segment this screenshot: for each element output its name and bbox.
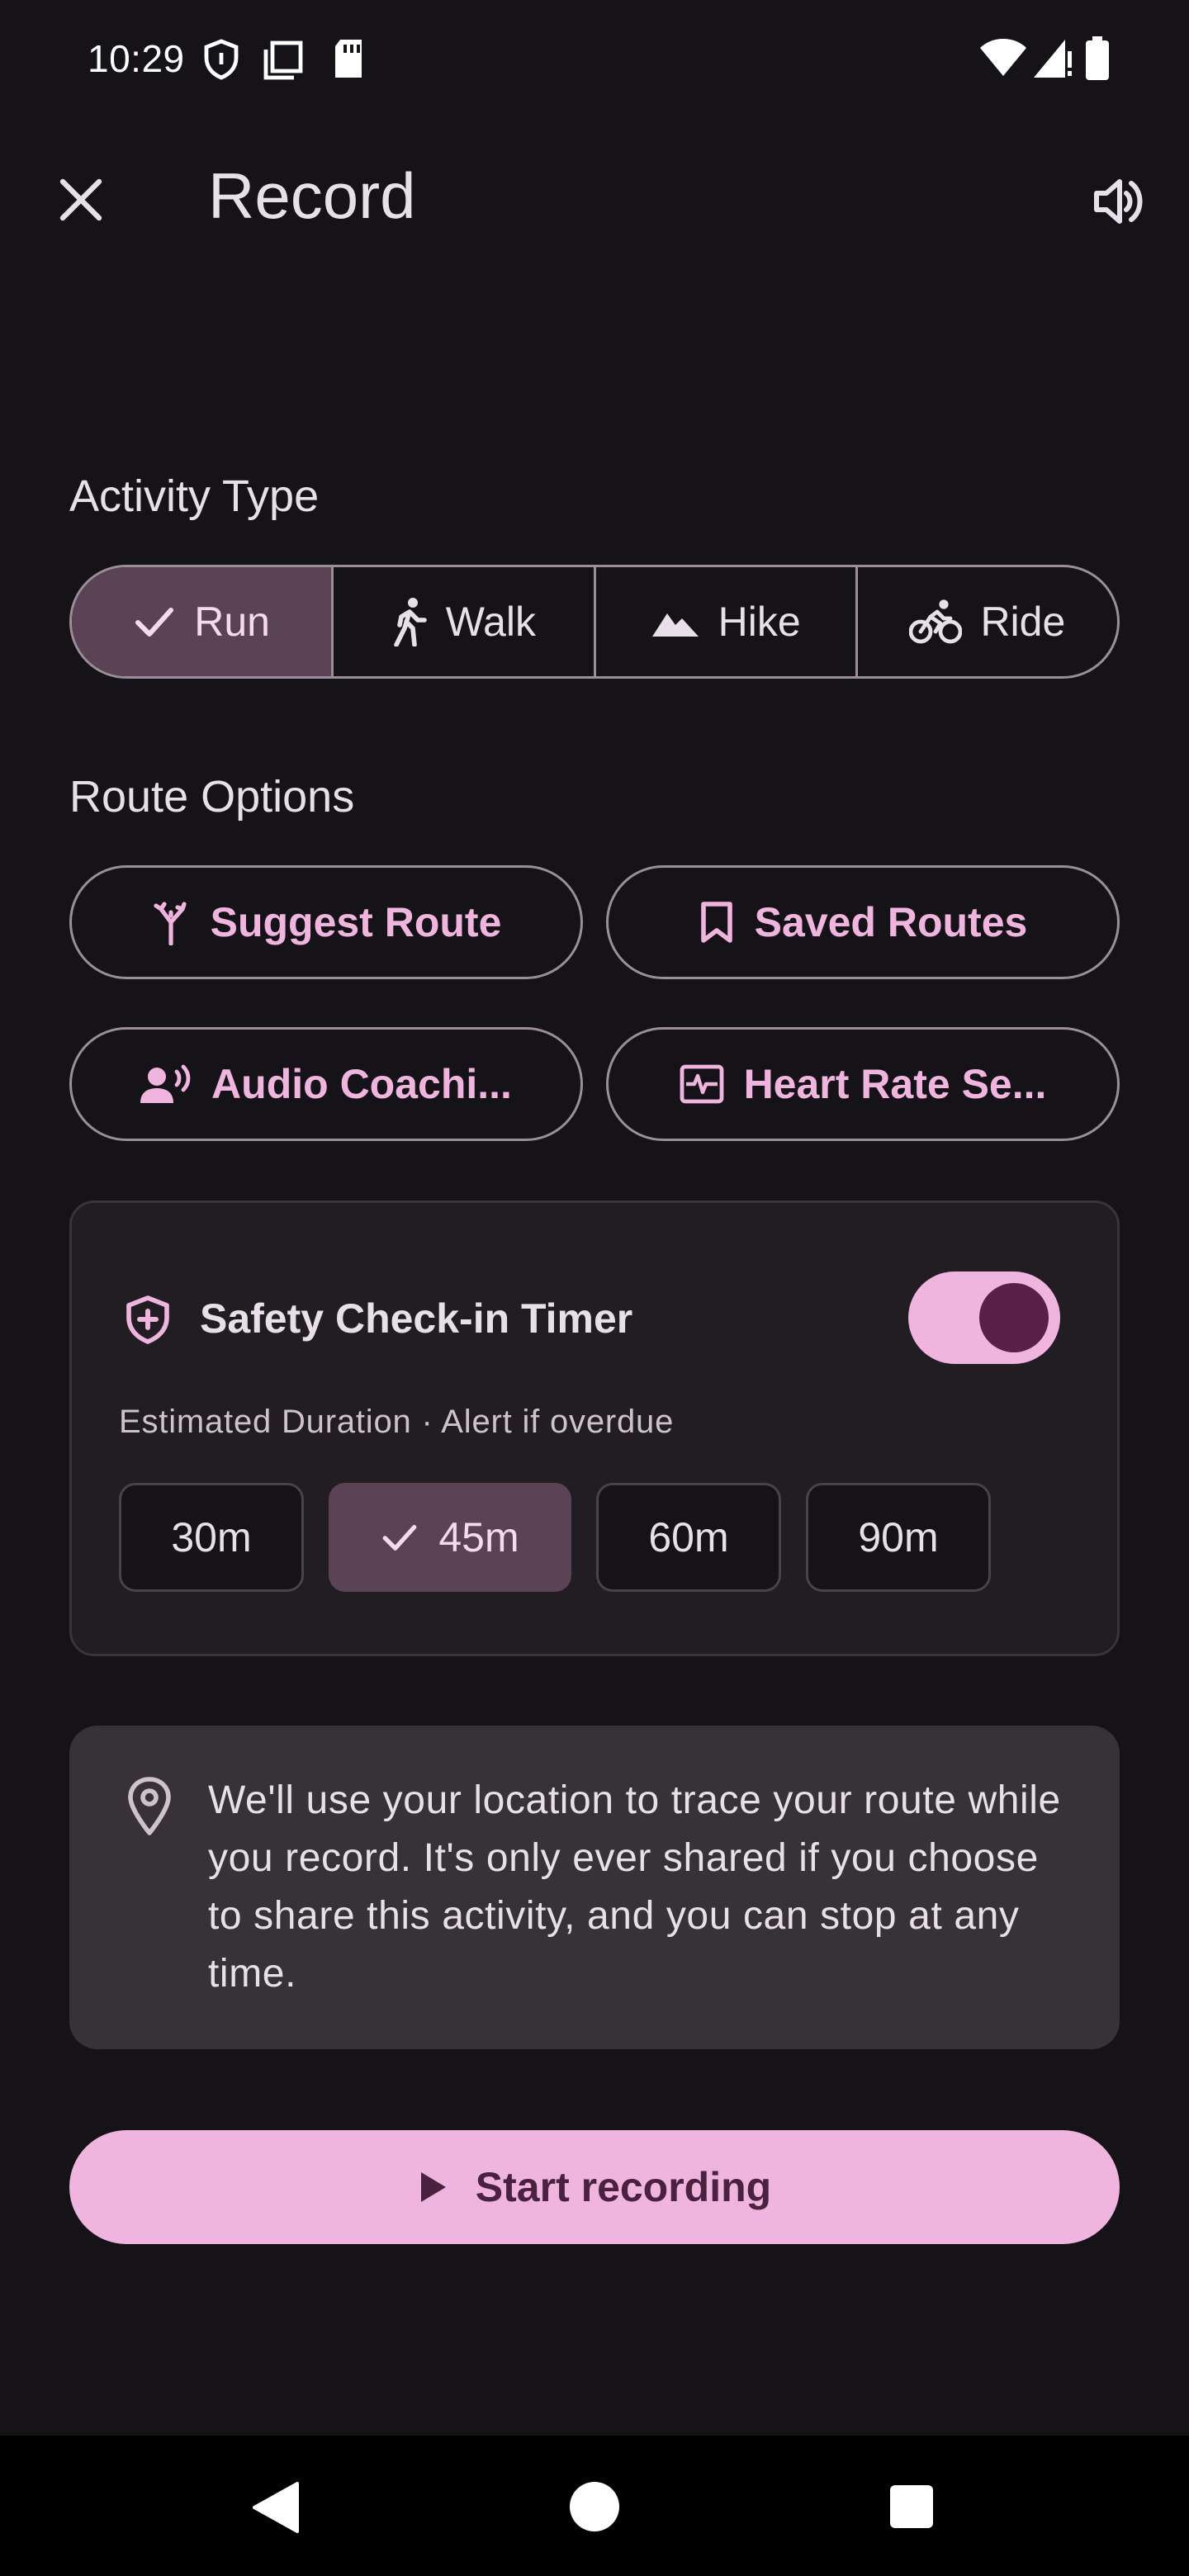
play-icon — [420, 2172, 446, 2202]
mountain-icon — [651, 613, 699, 637]
route-icon — [153, 902, 187, 945]
back-nav-icon[interactable] — [251, 2480, 301, 2535]
bookmark-icon — [700, 902, 732, 943]
location-pin-icon — [128, 1777, 171, 1835]
safety-timer-title: Safety Check-in Timer — [200, 1295, 633, 1342]
suggest-route-label: Suggest Route — [210, 899, 502, 945]
start-recording-button[interactable]: Start recording — [69, 2130, 1120, 2244]
system-nav-bar — [0, 2436, 1189, 2576]
battery-status-icon — [1086, 36, 1109, 80]
saved-routes-label: Saved Routes — [754, 899, 1028, 945]
route-options-heading: Route Options — [69, 772, 355, 822]
location-info-text: We'll use your location to trace your ro… — [208, 1778, 1061, 1996]
heart-rate-sensor-label: Heart Rate Se... — [743, 1061, 1047, 1107]
activity-type-selector: Run Walk Hike Ride — [69, 565, 1120, 679]
page-title: Record — [208, 159, 416, 232]
volume-icon[interactable] — [1092, 173, 1148, 230]
duration-label: 90m — [858, 1514, 939, 1560]
safety-timer-subtitle: Estimated Duration · Alert if overdue — [119, 1404, 675, 1440]
status-bar: 10:29 — [0, 0, 1189, 116]
wifi-status-icon — [980, 39, 1026, 76]
recents-nav-icon[interactable] — [888, 2484, 935, 2530]
activity-type-heading: Activity Type — [69, 471, 320, 521]
status-time: 10:29 — [88, 37, 185, 80]
duration-label: 30m — [171, 1514, 252, 1560]
duration-30m-chip[interactable]: 30m — [119, 1483, 304, 1592]
activity-hike-label: Hike — [718, 599, 801, 645]
activity-ride-segment[interactable]: Ride — [855, 567, 1117, 676]
activity-run-segment[interactable]: Run — [72, 567, 332, 676]
duration-45m-chip[interactable]: 45m — [329, 1483, 571, 1592]
bike-icon — [909, 599, 963, 644]
shield-status-icon — [204, 39, 239, 80]
audio-coaching-label: Audio Coachi... — [211, 1061, 512, 1107]
screenshot-status-icon — [263, 40, 303, 80]
walk-icon — [393, 598, 427, 646]
activity-hike-segment[interactable]: Hike — [593, 567, 855, 676]
saved-routes-button[interactable]: Saved Routes — [606, 865, 1120, 979]
duration-90m-chip[interactable]: 90m — [806, 1483, 991, 1592]
start-recording-label: Start recording — [475, 2164, 772, 2210]
activity-ride-label: Ride — [980, 599, 1066, 645]
check-icon — [135, 608, 174, 637]
audio-coaching-button[interactable]: Audio Coachi... — [69, 1027, 583, 1141]
shield-plus-icon — [126, 1295, 169, 1344]
activity-walk-label: Walk — [445, 599, 536, 645]
voice-icon — [140, 1064, 191, 1103]
suggest-route-button[interactable]: Suggest Route — [69, 865, 583, 979]
check-icon — [383, 1524, 417, 1551]
heart-rate-sensor-button[interactable]: Heart Rate Se... — [606, 1027, 1120, 1141]
duration-label: 60m — [648, 1514, 729, 1560]
activity-walk-segment[interactable]: Walk — [331, 567, 593, 676]
heart-rate-icon — [680, 1064, 723, 1104]
signal-status-icon — [1034, 40, 1072, 78]
duration-60m-chip[interactable]: 60m — [596, 1483, 781, 1592]
home-nav-icon[interactable] — [568, 2480, 621, 2533]
sd-card-status-icon — [335, 40, 362, 78]
close-icon[interactable] — [58, 177, 104, 223]
toggle-knob — [979, 1283, 1049, 1352]
duration-label: 45m — [438, 1514, 519, 1560]
activity-run-label: Run — [194, 599, 270, 645]
